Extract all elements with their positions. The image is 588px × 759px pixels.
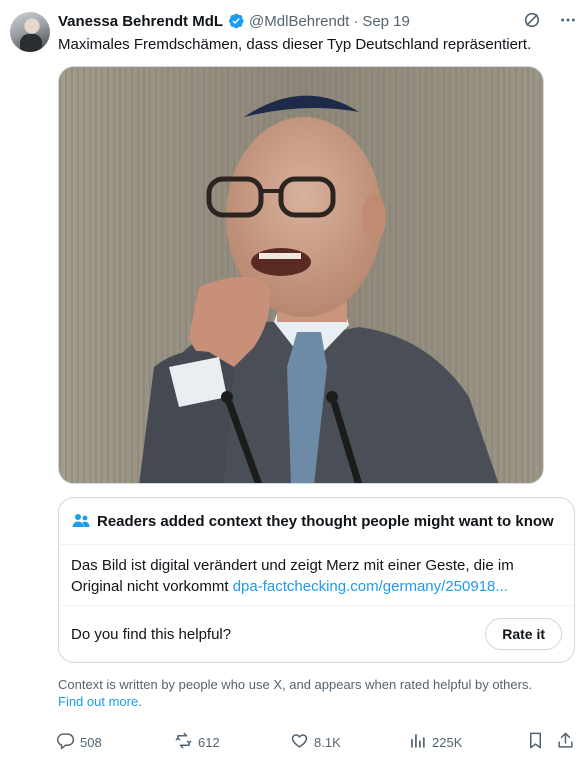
tweet-image[interactable]	[58, 66, 544, 484]
heart-icon	[290, 731, 309, 753]
views-icon	[408, 731, 427, 753]
bookmark-icon	[526, 731, 545, 753]
reply-button[interactable]: 508	[56, 730, 102, 754]
reply-icon	[56, 731, 75, 753]
context-info-text: Context is written by people who use X, …	[58, 677, 533, 692]
repost-button[interactable]: 612	[174, 730, 220, 754]
like-button[interactable]: 8.1K	[290, 730, 341, 754]
community-note-title: Readers added context they thought peopl…	[97, 512, 554, 530]
author-name[interactable]: Vanessa Behrendt MdL	[58, 13, 223, 30]
community-note: Readers added context they thought peopl…	[58, 497, 575, 663]
more-icon[interactable]	[558, 10, 578, 30]
community-note-header: Readers added context they thought peopl…	[59, 498, 574, 545]
grok-icon[interactable]	[522, 10, 542, 30]
community-note-footer: Do you find this helpful? Rate it	[59, 606, 574, 662]
find-out-more-link[interactable]: Find out more	[58, 694, 138, 709]
separator-dot: ·	[353, 12, 359, 30]
helpful-question: Do you find this helpful?	[71, 625, 232, 643]
tweet-header: Vanessa Behrendt MdL @MdlBehrendt · Sep …	[58, 10, 578, 32]
header-actions	[522, 10, 578, 30]
tweet-text: Maximales Fremdschämen, dass dieser Typ …	[58, 36, 532, 53]
tweet-date[interactable]: Sep 19	[362, 13, 410, 30]
author-handle[interactable]: @MdlBehrendt	[249, 13, 349, 30]
tweet-actions: 508 612 8.1K 225K	[56, 730, 576, 754]
context-info: Context is written by people who use X, …	[58, 676, 558, 710]
repost-icon	[174, 731, 193, 753]
share-button[interactable]	[556, 730, 575, 754]
community-note-body: Das Bild ist digital verändert und zeigt…	[59, 545, 574, 606]
views-button[interactable]: 225K	[408, 730, 462, 754]
rate-it-button[interactable]: Rate it	[485, 618, 562, 650]
views-count: 225K	[432, 734, 463, 750]
author-avatar[interactable]	[10, 12, 50, 52]
like-count: 8.1K	[314, 734, 341, 750]
share-icon	[556, 731, 575, 753]
community-note-link[interactable]: dpa-factchecking.com/germany/250918...	[233, 578, 508, 595]
verified-badge-icon[interactable]	[227, 12, 245, 30]
bookmark-button[interactable]	[526, 730, 545, 754]
people-icon	[71, 511, 91, 531]
context-info-suffix: .	[138, 694, 142, 709]
repost-count: 612	[198, 734, 220, 750]
reply-count: 508	[80, 734, 102, 750]
